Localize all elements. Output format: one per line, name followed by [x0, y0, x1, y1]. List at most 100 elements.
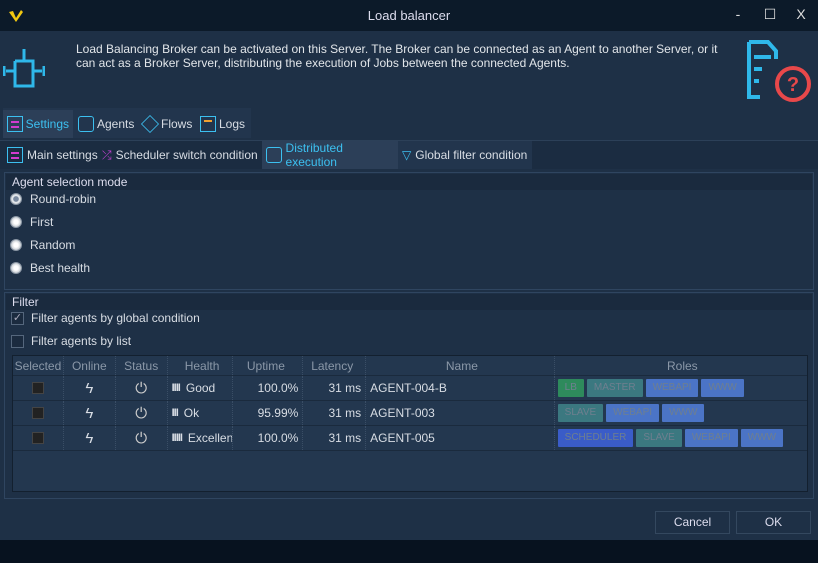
column-header[interactable]: Status [116, 356, 168, 375]
column-header[interactable]: Uptime [233, 356, 304, 375]
column-header[interactable]: Health [168, 356, 234, 375]
subtab-scheduler-switch[interactable]: ⤮ Scheduler switch condition [98, 141, 262, 169]
health-bars-icon: IIII [171, 382, 181, 394]
distributed-icon [266, 147, 282, 163]
column-header[interactable]: Roles [555, 356, 807, 375]
radio-label: Best health [30, 261, 91, 275]
radio-button[interactable] [10, 193, 22, 205]
subtab-label: Distributed execution [285, 141, 343, 169]
agent-selection-mode-group: Agent selection mode [4, 172, 814, 290]
health-label: Excellent [187, 431, 234, 445]
subtab-global-filter[interactable]: ▽ Global filter condition [398, 141, 532, 169]
table-row[interactable]: ϟ ⏻ IIII Good 100.0% 31 ms AGENT-004-B LB MASTER… [13, 376, 807, 401]
subtab-main-settings[interactable]: Main settings [3, 141, 102, 169]
subtab-label: Scheduler switch condition [115, 148, 258, 162]
roles-cell: SLAVE WEBAPI WWW [555, 401, 807, 425]
tab-label: Settings [25, 117, 69, 131]
name-cell: AGENT-005 [366, 426, 555, 450]
health-bars-icon: III [171, 407, 179, 419]
check-icon[interactable]: ✓ [11, 311, 24, 325]
column-header[interactable]: Selected [13, 356, 64, 375]
status-cell: ⏻ [116, 401, 168, 425]
grid-header: Selected Online Status Health Uptime Latency N… [13, 356, 807, 376]
selected-cell [13, 401, 64, 425]
filter-list-checkbox[interactable]: Filter agents by list [11, 334, 131, 348]
roles-cell: LB MASTER WEBAPI WWW [555, 376, 807, 400]
power-icon: ⏻ [135, 379, 148, 397]
power-icon: ⏻ [135, 404, 148, 422]
radio-best-health[interactable]: Best health [10, 261, 90, 275]
selected-checkbox[interactable] [31, 382, 44, 394]
role-badge: WWW [740, 429, 784, 447]
radio-round-robin[interactable]: Round-robin [10, 192, 96, 206]
minimize-button[interactable]: - [728, 6, 748, 26]
health-cell: IIIII Excellent [168, 426, 234, 450]
checkbox-label: Filter agents by global condition [31, 311, 200, 325]
role-badge: WWW [701, 379, 744, 397]
role-badge: SCHEDULER [557, 429, 634, 447]
column-header[interactable]: Online [64, 356, 116, 375]
description-text: Load Balancing Broker can be activated o… [76, 42, 718, 70]
status-bar [0, 540, 818, 563]
window-title: Load balancer [367, 8, 451, 23]
lightning-icon: ϟ [85, 404, 94, 422]
role-badge: SLAVE [557, 404, 604, 422]
tab-settings[interactable]: Settings [3, 110, 73, 138]
name-cell: AGENT-004-B [366, 376, 555, 400]
column-header[interactable]: Latency [303, 356, 367, 375]
radio-label: Random [30, 238, 76, 252]
uptime-cell: 95.99% [233, 401, 304, 425]
online-cell: ϟ [64, 401, 116, 425]
subtab-distributed-execution[interactable]: Distributed execution [262, 141, 398, 169]
checkbox-box[interactable] [11, 334, 24, 348]
role-badge: MASTER [586, 379, 643, 397]
settings-icon [7, 147, 23, 163]
ok-button[interactable]: OK [736, 511, 811, 534]
load-balancer-icon [3, 49, 45, 88]
group-label: Filter [6, 294, 812, 310]
role-badge: WEBAPI [645, 379, 699, 397]
latency-cell: 31 ms [303, 376, 367, 400]
column-header[interactable]: Name [366, 356, 555, 375]
radio-label: First [30, 215, 54, 229]
tab-flows[interactable]: Flows [138, 110, 196, 138]
health-cell: IIII Good [168, 376, 234, 400]
radio-random[interactable]: Random [10, 238, 75, 252]
role-badge: WEBAPI [684, 429, 738, 447]
title-bar: Load balancer - ☐ X [0, 0, 818, 31]
radio-button[interactable] [10, 216, 22, 228]
cancel-button[interactable]: Cancel [655, 511, 730, 534]
radio-button[interactable] [10, 262, 22, 274]
radio-button[interactable] [10, 239, 22, 251]
tab-label: Flows [161, 117, 193, 131]
online-cell: ϟ [64, 426, 116, 450]
tab-agents[interactable]: Agents [74, 110, 138, 138]
filter-global-checkbox[interactable]: ✓ Filter agents by global condition [11, 311, 200, 325]
health-bars-icon: IIIII [171, 432, 183, 444]
selected-checkbox[interactable] [31, 432, 44, 444]
roles-cell: SCHEDULER SLAVE WEBAPI WWW [555, 426, 807, 450]
agents-grid: Selected Online Status Health Uptime Latency N… [12, 355, 808, 492]
checkbox-label: Filter agents by list [31, 334, 132, 348]
health-label: Good [185, 381, 216, 395]
latency-cell: 31 ms [303, 426, 367, 450]
selected-checkbox[interactable] [31, 407, 44, 419]
radio-first[interactable]: First [10, 215, 53, 229]
group-label: Agent selection mode [6, 174, 812, 190]
uptime-cell: 100.0% [233, 426, 304, 450]
power-icon: ⏻ [135, 429, 148, 447]
role-badge: SLAVE [636, 429, 682, 447]
table-row[interactable]: ϟ ⏻ IIIII Excellent 100.0% 31 ms AGENT-005 SCHE… [13, 426, 807, 451]
maximize-button[interactable]: ☐ [760, 6, 780, 26]
close-button[interactable]: X [791, 6, 811, 26]
table-row[interactable]: ϟ ⏻ III Ok 95.99% 31 ms AGENT-003 SLAVE WEBAPI WW… [13, 401, 807, 426]
tab-label: Agents [97, 117, 135, 131]
uptime-cell: 100.0% [233, 376, 304, 400]
status-cell: ⏻ [116, 376, 168, 400]
lightning-icon: ϟ [85, 429, 94, 447]
role-badge: LB [557, 379, 584, 397]
tab-logs[interactable]: Logs [196, 110, 249, 138]
selected-cell [13, 426, 64, 450]
status-cell: ⏻ [116, 426, 168, 450]
help-document-icon: ? [747, 40, 811, 102]
